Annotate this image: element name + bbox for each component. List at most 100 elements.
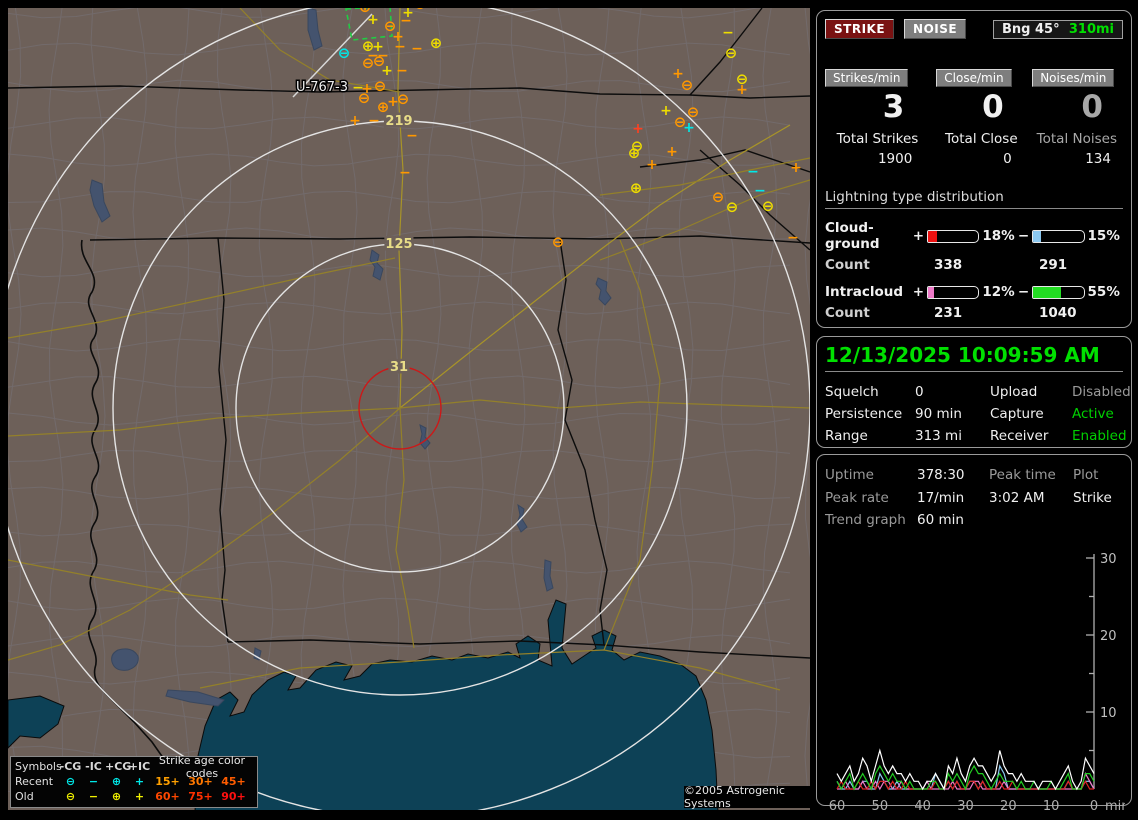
intracloud-row: Intracloud + 12% − 55% bbox=[825, 284, 1123, 300]
svg-text:−: − bbox=[787, 230, 799, 246]
copyright-text: ©2005 Astrogenic Systems bbox=[684, 784, 785, 810]
svg-text:⊖: ⊖ bbox=[358, 89, 371, 107]
count-label: Count bbox=[825, 257, 870, 273]
ic-neg-bar bbox=[1032, 285, 1085, 299]
svg-text:⊖: ⊖ bbox=[726, 198, 739, 216]
strikes-counter-column: Strikes/min 3 Total Strikes 1900 bbox=[825, 67, 924, 167]
intracloud-label: Intracloud bbox=[825, 284, 904, 300]
plot-value: Strike bbox=[1073, 490, 1112, 506]
intracloud-count-row: Count 231 1040 bbox=[825, 305, 1123, 321]
svg-text:+: + bbox=[646, 157, 658, 173]
svg-text:⊖: ⊖ bbox=[762, 197, 775, 215]
cg-pos-count: 338 bbox=[934, 257, 963, 273]
ic-neg-count: 1040 bbox=[1039, 305, 1077, 321]
total-strikes-label: Total Strikes bbox=[836, 131, 919, 147]
count-label: Count bbox=[825, 305, 870, 321]
ic-pos-pct: 12% bbox=[982, 284, 1015, 300]
svg-text:−: − bbox=[396, 63, 408, 79]
bearing-range-value: 310mi bbox=[1068, 21, 1114, 37]
range-label: Range bbox=[825, 428, 868, 444]
svg-text:+: + bbox=[736, 82, 748, 98]
close-per-min-button[interactable]: Close/min bbox=[936, 69, 1012, 87]
peak-time-value: 3:02 AM bbox=[989, 490, 1045, 506]
svg-text:10: 10 bbox=[1100, 706, 1117, 721]
svg-text:−: − bbox=[406, 128, 418, 144]
svg-text:+: + bbox=[632, 121, 644, 137]
svg-text:+: + bbox=[790, 160, 802, 176]
svg-text:+: + bbox=[660, 103, 672, 119]
capture-status: Active bbox=[1072, 406, 1114, 422]
svg-text:30: 30 bbox=[1100, 552, 1117, 567]
svg-text:219: 219 bbox=[385, 114, 412, 129]
trend-graph-value: 60 min bbox=[917, 512, 964, 528]
symbol-legend: Symbols -CG -IC +CG +IC Strike age color… bbox=[10, 754, 258, 808]
ic-neg-pct: 55% bbox=[1087, 284, 1120, 300]
cg-neg-count: 291 bbox=[1039, 257, 1068, 273]
datetime-display: 12/13/2025 10:09:59 AM bbox=[825, 343, 1123, 372]
svg-text:20: 20 bbox=[1100, 629, 1117, 644]
noises-counter-column: Noises/min 0 Total Noises 134 bbox=[1024, 67, 1123, 167]
svg-text:−: − bbox=[722, 25, 734, 41]
strike-counter-panel: STRIKE NOISE Bng 45° 310mi Strikes/min 3… bbox=[816, 10, 1132, 328]
svg-text:⊕: ⊕ bbox=[630, 179, 643, 197]
cg-neg-pct: 15% bbox=[1087, 228, 1120, 244]
legend-col-ic-neg: -IC bbox=[85, 760, 102, 773]
svg-text:125: 125 bbox=[385, 237, 412, 252]
trend-chart: 1020306050403020100min bbox=[829, 552, 1130, 814]
trend-graph: 1020306050403020100min bbox=[825, 538, 1130, 820]
trend-graph-label: Trend graph bbox=[825, 512, 906, 528]
plot-label: Plot bbox=[1073, 467, 1099, 483]
peak-rate-value: 17/min bbox=[917, 490, 965, 506]
svg-text:31: 31 bbox=[390, 360, 408, 375]
ic-pos-count: 231 bbox=[934, 305, 963, 321]
status-panel: 12/13/2025 10:09:59 AM Squelch 0 Upload … bbox=[816, 336, 1132, 448]
squelch-value: 0 bbox=[915, 384, 924, 400]
upload-label: Upload bbox=[990, 384, 1038, 400]
uptime-value: 378:30 bbox=[917, 467, 965, 483]
noises-per-min-value: 0 bbox=[1081, 89, 1103, 125]
svg-text:−: − bbox=[394, 39, 406, 55]
total-strikes-value: 1900 bbox=[877, 151, 913, 167]
strikes-per-min-button[interactable]: Strikes/min bbox=[825, 69, 909, 87]
svg-text:−: − bbox=[399, 165, 411, 181]
bearing-readout: Bng 45° 310mi bbox=[993, 19, 1123, 39]
close-per-min-value: 0 bbox=[982, 89, 1004, 125]
svg-text:U-767-3: U-767-3 bbox=[296, 80, 348, 95]
cg-neg-bar bbox=[1032, 229, 1085, 243]
noise-mode-button[interactable]: NOISE bbox=[904, 19, 967, 39]
svg-text:−: − bbox=[754, 183, 766, 199]
svg-text:+: + bbox=[349, 113, 361, 129]
trend-panel: Uptime 378:30 Peak time Plot Peak rate 1… bbox=[816, 454, 1132, 814]
persistence-label: Persistence bbox=[825, 406, 903, 422]
map-canvas: 31125219 U-767-3 ⊕+⊖−+⊖⊖+−−⊕⊖⊕+−−⊖⊖+−⊖+−… bbox=[8, 8, 810, 810]
plus-sign: + bbox=[912, 284, 925, 300]
noises-per-min-button[interactable]: Noises/min bbox=[1032, 69, 1115, 87]
trend-setting-row: Trend graph 60 min bbox=[825, 512, 1123, 528]
legend-row: Old ⊖ − ⊕ +60+ 75+ 90+ bbox=[15, 790, 246, 803]
svg-text:⊖: ⊖ bbox=[397, 90, 410, 108]
legend-col-cg-neg: -CG bbox=[59, 760, 82, 773]
receiver-label: Receiver bbox=[990, 428, 1049, 444]
minus-sign: − bbox=[1017, 228, 1030, 244]
legend-symbols-title: Symbols bbox=[15, 760, 62, 773]
total-noises-value: 134 bbox=[1085, 151, 1111, 167]
upload-status: Disabled bbox=[1072, 384, 1131, 400]
ic-pos-bar bbox=[927, 285, 980, 299]
legend-header-row: Symbols -CG -IC +CG +IC Strike age color… bbox=[15, 754, 253, 780]
svg-text:⊖: ⊖ bbox=[712, 188, 725, 206]
svg-text:⊖: ⊖ bbox=[398, 8, 411, 11]
svg-text:⊖: ⊖ bbox=[374, 77, 387, 95]
status-grid: Squelch 0 Upload Disabled Persistence 90… bbox=[825, 384, 1131, 444]
lightning-map[interactable]: 31125219 U-767-3 ⊕+⊖−+⊖⊖+−−⊕⊖⊕+−−⊖⊖+−⊖+−… bbox=[8, 8, 810, 810]
strikes-per-min-value: 3 bbox=[882, 89, 905, 125]
copyright-bar: ©2005 Astrogenic Systems bbox=[684, 784, 810, 810]
legend-col-ic-pos: +IC bbox=[128, 760, 151, 773]
cloud-ground-label: Cloud-ground bbox=[825, 220, 880, 252]
strike-mode-button[interactable]: STRIKE bbox=[825, 19, 895, 39]
svg-text:−: − bbox=[368, 113, 380, 129]
legend-col-cg-pos: +CG bbox=[105, 760, 132, 773]
svg-text:+: + bbox=[683, 120, 695, 136]
app-window: { "controls": { "strike_button": "STRIKE… bbox=[0, 0, 1138, 814]
total-noises-label: Total Noises bbox=[1036, 131, 1117, 147]
svg-text:+: + bbox=[367, 12, 379, 28]
